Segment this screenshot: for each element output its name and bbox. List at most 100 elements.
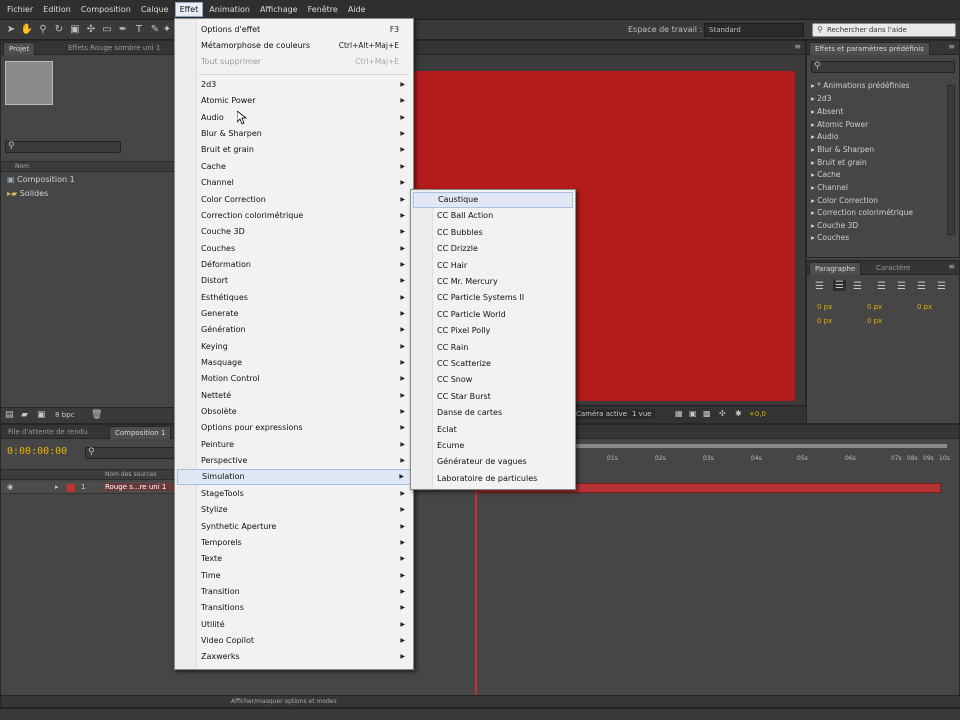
menu-category-item[interactable]: Simulation ▶: [177, 469, 411, 486]
menu-category-item[interactable]: Couche 3D ▶: [177, 224, 411, 240]
space-before-value[interactable]: 0 px: [817, 317, 832, 325]
indent-right-value[interactable]: 0 px: [867, 303, 882, 311]
fx-item-bruit-grain[interactable]: ▸ Bruit et grain: [811, 158, 867, 167]
interpret-footage-icon[interactable]: ▤: [5, 410, 14, 420]
fx-item-animations[interactable]: ▸ * Animations prédéfinies: [811, 81, 910, 90]
submenu-effect-item[interactable]: CC Scatterize: [413, 356, 573, 372]
submenu-effect-item[interactable]: CC Snow: [413, 372, 573, 388]
tab-effets-parametres[interactable]: Effets et paramètres prédéfinis: [809, 42, 930, 55]
fx-item-absent[interactable]: ▸ Absent: [811, 107, 843, 116]
submenu-effect-item[interactable]: CC Particle World: [413, 307, 573, 323]
rectangle-tool-icon[interactable]: ▭: [100, 23, 114, 37]
justify-last-center-icon[interactable]: ☰: [897, 281, 906, 292]
submenu-effect-item[interactable]: Danse de cartes: [413, 405, 573, 421]
source-name-header[interactable]: Nom des sources: [1, 469, 177, 480]
view-layout-select[interactable]: 1 vue: [629, 409, 655, 419]
layer-row[interactable]: ◉ ▸ 1 Rouge s...re uni 1: [1, 482, 177, 494]
menu-category-item[interactable]: 2d3 ▶: [177, 77, 411, 93]
current-timecode[interactable]: 0:00:00:00: [7, 446, 67, 457]
submenu-effect-item[interactable]: CC Ball Action: [413, 208, 573, 224]
effects-search-input[interactable]: ⚲: [811, 61, 955, 73]
justify-all-icon[interactable]: ☰: [937, 281, 946, 292]
align-left-icon[interactable]: ☰: [815, 281, 824, 292]
menu-category-item[interactable]: StageTools ▶: [177, 486, 411, 502]
trash-icon[interactable]: 🗑: [91, 410, 102, 420]
tab-caractere[interactable]: Caractère: [871, 262, 915, 275]
layer-name[interactable]: Rouge s...re uni 1: [103, 483, 175, 491]
menu-category-item[interactable]: Peinture ▶: [177, 437, 411, 453]
fx-item-atomic-power[interactable]: ▸ Atomic Power: [811, 120, 868, 129]
menu-aide[interactable]: Aide: [344, 3, 370, 16]
transparency-grid-icon[interactable]: ▩: [703, 409, 711, 418]
fast-preview-icon[interactable]: ▣: [689, 409, 697, 418]
fx-item-correction-colorimetrique[interactable]: ▸ Correction colorimétrique: [811, 208, 913, 217]
menu-item-metamorphose[interactable]: Métamorphose de couleurs Ctrl+Alt+Maj+E: [177, 38, 411, 54]
menu-category-item[interactable]: Keying ▶: [177, 339, 411, 355]
timeline-search-input[interactable]: ⚲: [85, 447, 175, 459]
menu-calque[interactable]: Calque: [137, 3, 173, 16]
fx-item-blur-sharpen[interactable]: ▸ Blur & Sharpen: [811, 145, 874, 154]
new-folder-icon[interactable]: ▰: [21, 410, 28, 420]
menu-category-item[interactable]: Atomic Power ▶: [177, 93, 411, 109]
menu-category-item[interactable]: Obsolète ▶: [177, 404, 411, 420]
rotation-tool-icon[interactable]: ↻: [52, 23, 66, 37]
menu-category-item[interactable]: Masquage ▶: [177, 355, 411, 371]
submenu-effect-item[interactable]: Laboratoire de particules: [413, 471, 573, 487]
submenu-effect-item[interactable]: CC Star Burst: [413, 389, 573, 405]
submenu-effect-item[interactable]: CC Particle Systems II: [413, 290, 573, 306]
menu-edition[interactable]: Edition: [39, 3, 75, 16]
tab-projet[interactable]: Projet: [3, 42, 36, 55]
camera-tool-icon[interactable]: ▣: [68, 23, 82, 37]
menu-category-item[interactable]: Time ▶: [177, 568, 411, 584]
reset-exposure-icon[interactable]: ✱: [735, 409, 742, 418]
menu-category-item[interactable]: Synthetic Aperture ▶: [177, 519, 411, 535]
fx-item-color-correction[interactable]: ▸ Color Correction: [811, 196, 878, 205]
panel-menu-icon[interactable]: ≡: [948, 42, 955, 51]
tab-render-queue[interactable]: File d'attente de rendu: [3, 426, 92, 439]
menu-category-item[interactable]: Color Correction ▶: [177, 192, 411, 208]
project-column-header[interactable]: Nom: [1, 161, 177, 172]
tab-effets-calque[interactable]: Effets Rouge sombre uni 1: [63, 42, 165, 55]
menu-category-item[interactable]: Netteté ▶: [177, 388, 411, 404]
pen-tool-icon[interactable]: ✒: [116, 23, 130, 37]
submenu-effect-item[interactable]: CC Drizzle: [413, 241, 573, 257]
fx-item-couches[interactable]: ▸ Couches: [811, 233, 849, 242]
project-item-solides[interactable]: ▸▰ Solides: [7, 188, 48, 200]
indent-left-value[interactable]: 0 px: [817, 303, 832, 311]
submenu-effect-item[interactable]: Générateur de vagues: [413, 454, 573, 470]
menu-affichage[interactable]: Affichage: [256, 3, 302, 16]
expand-arrow-icon[interactable]: ▸: [55, 483, 59, 491]
effects-scrollbar[interactable]: [947, 85, 955, 235]
menu-category-item[interactable]: Texte ▶: [177, 551, 411, 567]
menu-effet[interactable]: Effet: [174, 2, 204, 17]
submenu-effect-item[interactable]: CC Rain: [413, 340, 573, 356]
align-right-icon[interactable]: ☰: [853, 281, 862, 292]
exposure-value[interactable]: +0,0: [749, 410, 766, 418]
submenu-effect-item[interactable]: Caustique: [413, 192, 573, 208]
menu-category-item[interactable]: Options pour expressions ▶: [177, 420, 411, 436]
menu-composition[interactable]: Composition: [77, 3, 135, 16]
project-item-composition[interactable]: ▣ Composition 1: [7, 174, 75, 186]
menu-category-item[interactable]: Generate ▶: [177, 306, 411, 322]
selection-tool-icon[interactable]: ➤: [4, 23, 18, 37]
menu-category-item[interactable]: Temporels ▶: [177, 535, 411, 551]
menu-category-item[interactable]: Video Copilot ▶: [177, 633, 411, 649]
fx-item-cache[interactable]: ▸ Cache: [811, 170, 840, 179]
active-camera-select[interactable]: Caméra active: [573, 409, 630, 419]
panel-menu-icon[interactable]: ≡: [948, 262, 955, 271]
text-tool-icon[interactable]: T: [132, 23, 146, 37]
zoom-tool-icon[interactable]: ⚲: [36, 23, 50, 37]
menu-category-item[interactable]: Channel ▶: [177, 175, 411, 191]
space-after-value[interactable]: 0 px: [867, 317, 882, 325]
panel-menu-icon[interactable]: ≡: [794, 42, 801, 51]
indent-first-value[interactable]: 0 px: [917, 303, 932, 311]
menu-category-item[interactable]: Correction colorimétrique ▶: [177, 208, 411, 224]
bpc-label[interactable]: 8 bpc: [55, 411, 74, 419]
submenu-effect-item[interactable]: Eclat: [413, 422, 573, 438]
menu-category-item[interactable]: Déformation ▶: [177, 257, 411, 273]
menu-fichier[interactable]: Fichier: [3, 3, 37, 16]
toggle-switches-modes[interactable]: Afficher/masquer options et modes: [231, 698, 337, 705]
menu-category-item[interactable]: Esthétiques ▶: [177, 290, 411, 306]
toggle-pixel-icon[interactable]: ▦: [675, 409, 683, 418]
menu-category-item[interactable]: Génération ▶: [177, 322, 411, 338]
